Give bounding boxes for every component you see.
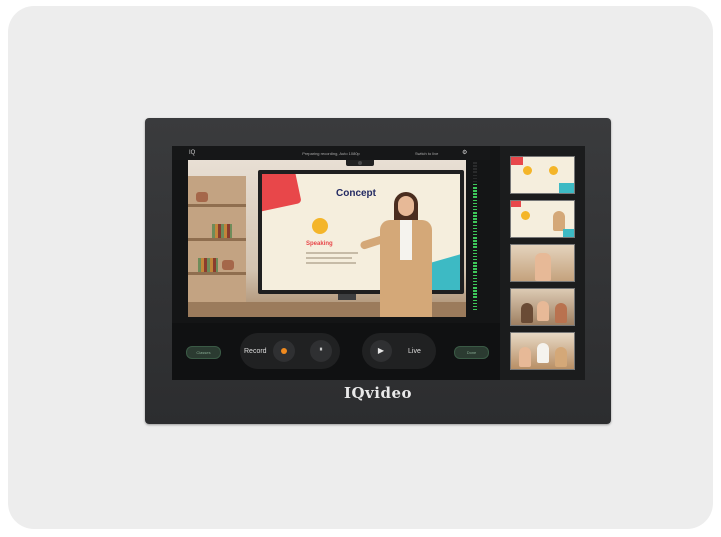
record-label: Record	[244, 348, 267, 355]
layout-thumbnail-sidebar	[500, 146, 585, 380]
slide-subtitle: Speaking	[306, 241, 333, 247]
thumbnail-presenter-closeup[interactable]	[510, 244, 575, 282]
meter-segment	[473, 287, 477, 289]
screen-topbar: IQ Preparing recording, Auto 1080p Switc…	[172, 146, 490, 160]
classes-button[interactable]: Classes	[186, 346, 221, 359]
meter-segment	[473, 252, 477, 255]
meter-segment	[473, 299, 477, 302]
meter-segment	[473, 268, 477, 270]
meter-segment	[473, 249, 477, 252]
meter-segment	[473, 233, 477, 236]
meter-segment	[473, 262, 477, 264]
meter-segment	[473, 180, 477, 183]
meter-segment	[473, 177, 477, 180]
meter-segment	[473, 258, 477, 261]
meter-segment	[473, 218, 477, 220]
meter-segment	[473, 274, 477, 277]
iqvideo-device: IQ Preparing recording, Auto 1080p Switc…	[145, 118, 611, 424]
meter-segment	[473, 243, 477, 245]
meter-segment	[473, 227, 477, 230]
background-card: IQ Preparing recording, Auto 1080p Switc…	[8, 6, 713, 529]
meter-segment	[473, 280, 477, 283]
audio-level-meter	[473, 162, 479, 312]
meter-segment	[473, 240, 477, 242]
meter-segment	[473, 290, 477, 292]
record-button[interactable]	[273, 340, 295, 362]
meter-segment	[473, 308, 477, 311]
camera-icon	[346, 160, 374, 166]
live-label: Live	[408, 348, 421, 355]
meter-segment	[473, 196, 477, 198]
meter-segment	[473, 174, 477, 177]
play-icon: ▶	[377, 346, 385, 355]
meter-segment	[473, 302, 477, 305]
meter-segment	[473, 255, 477, 258]
switch-mode-link[interactable]: Switch to live	[415, 151, 438, 156]
meter-segment	[473, 230, 477, 233]
meter-segment	[473, 187, 477, 189]
meter-segment	[473, 205, 477, 208]
thumbnail-slide-presenter[interactable]	[510, 200, 575, 238]
meter-segment	[473, 199, 477, 202]
live-group: ▶ Live	[362, 333, 436, 369]
meter-segment	[473, 271, 477, 273]
meter-segment	[473, 171, 477, 173]
done-button[interactable]: Done	[454, 346, 489, 359]
pause-button[interactable]: ⏸	[310, 340, 332, 362]
record-group: Record ⏸	[240, 333, 340, 369]
meter-segment	[473, 221, 477, 223]
gear-icon[interactable]: ⚙	[462, 149, 467, 156]
meter-segment	[473, 162, 477, 164]
thumbnail-slide-only[interactable]	[510, 156, 575, 194]
meter-segment	[473, 208, 477, 211]
meter-segment	[473, 265, 477, 267]
meter-segment	[473, 168, 477, 170]
device-screen: IQ Preparing recording, Auto 1080p Switc…	[172, 146, 585, 380]
meter-segment	[473, 202, 477, 205]
camera-preview: Concept Speaking	[188, 160, 466, 317]
pause-icon: ⏸	[319, 346, 323, 353]
meter-segment	[473, 296, 477, 298]
meter-segment	[473, 183, 477, 186]
meter-segment	[473, 237, 477, 239]
play-live-button[interactable]: ▶	[370, 340, 392, 362]
thumbnail-wide-shot[interactable]	[510, 288, 575, 326]
control-bar: Classes Record ⏸ ▶ Live Done	[172, 323, 500, 380]
meter-segment	[473, 165, 477, 167]
meter-segment	[473, 212, 477, 214]
meter-segment	[473, 277, 477, 280]
thumbnail-classroom[interactable]	[510, 332, 575, 370]
presenter	[359, 188, 438, 317]
meter-segment	[473, 283, 477, 286]
meter-segment	[473, 215, 477, 217]
meter-segment	[473, 246, 477, 248]
meter-segment	[473, 293, 477, 295]
slide-title: Concept	[336, 188, 376, 199]
meter-segment	[473, 190, 477, 192]
brand-logo: IQvideo	[343, 384, 413, 402]
record-icon	[281, 348, 287, 354]
meter-segment	[473, 193, 477, 195]
meter-segment	[473, 305, 477, 308]
speech-badge-icon	[312, 218, 328, 234]
recording-status-text: Preparing recording, Auto 1080p	[302, 151, 360, 156]
bookshelf	[188, 176, 246, 306]
meter-segment	[473, 224, 477, 227]
